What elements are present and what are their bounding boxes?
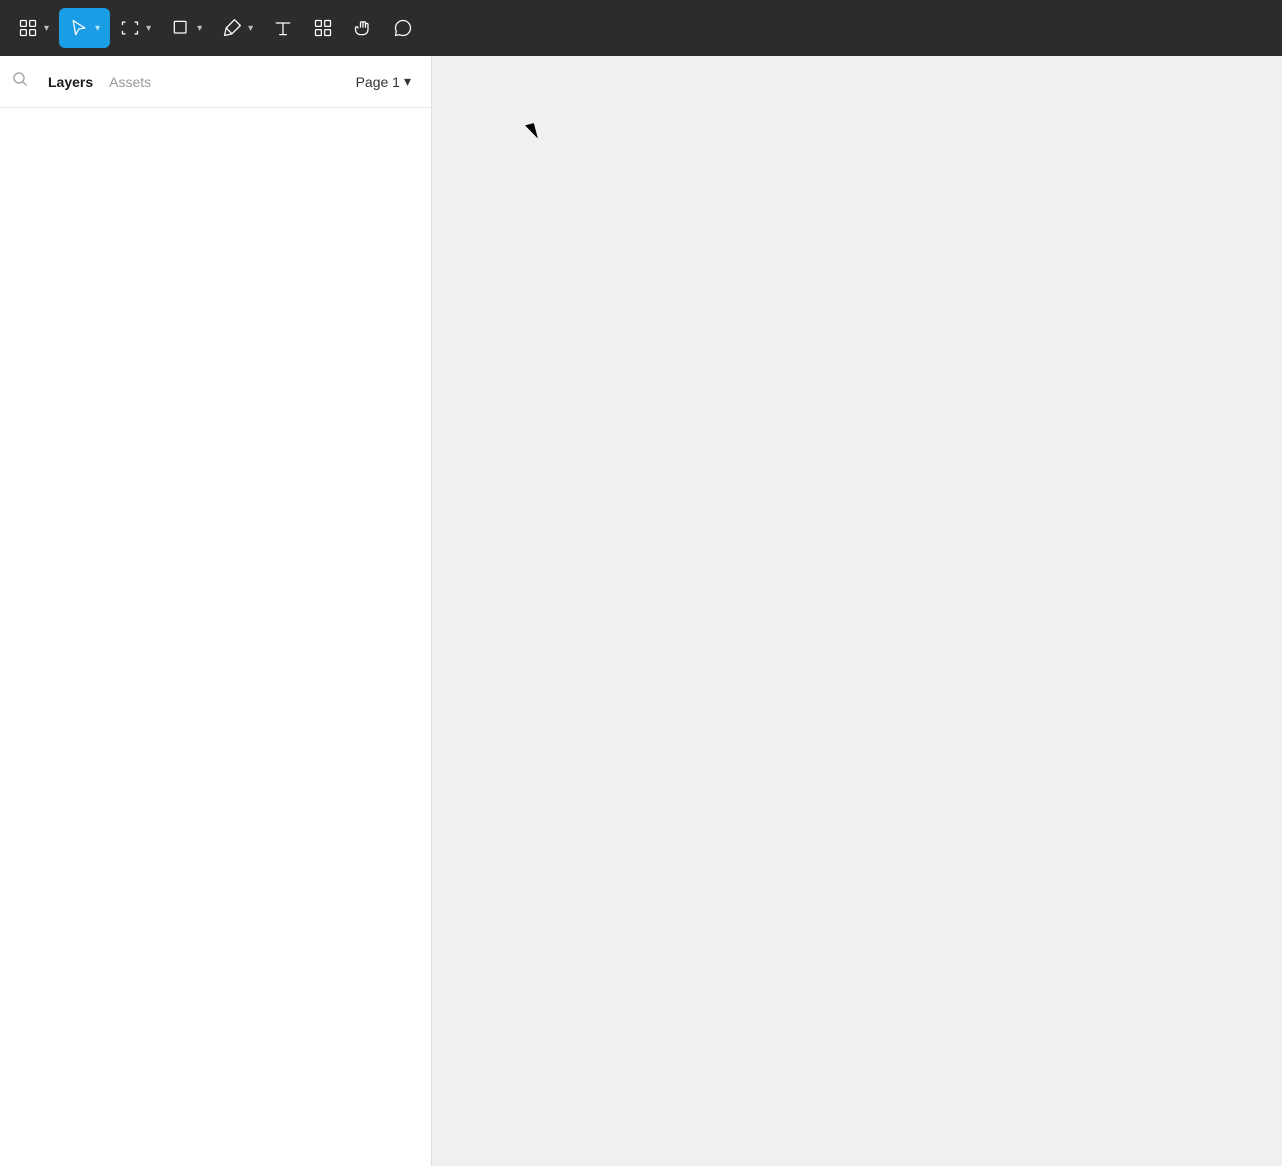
text-tool-button[interactable] — [263, 8, 303, 48]
layers-panel-body — [0, 108, 431, 1166]
text-icon — [273, 18, 293, 38]
canvas-area[interactable] — [432, 56, 1282, 1166]
left-panel: Layers Assets Page 1 ▾ — [0, 56, 432, 1166]
shape-tool-button[interactable]: ▾ — [161, 8, 212, 48]
hand-icon — [353, 18, 373, 38]
tab-layers[interactable]: Layers — [40, 68, 101, 96]
hand-tool-button[interactable] — [343, 8, 383, 48]
pen-icon — [222, 18, 242, 38]
frame-icon — [120, 18, 140, 38]
tab-assets[interactable]: Assets — [101, 68, 159, 96]
frame-tool-button[interactable]: ▾ — [110, 8, 161, 48]
components-icon — [313, 18, 333, 38]
page-selector-chevron: ▾ — [404, 73, 411, 90]
pen-tool-button[interactable]: ▾ — [212, 8, 263, 48]
shape-tool-chevron: ▾ — [197, 23, 202, 34]
page-selector[interactable]: Page 1 ▾ — [348, 69, 419, 94]
components-tool-button[interactable] — [303, 8, 343, 48]
select-tool-chevron: ▾ — [95, 23, 100, 34]
logo-icon — [18, 18, 38, 38]
select-icon — [69, 18, 89, 38]
panel-header: Layers Assets Page 1 ▾ — [0, 56, 431, 108]
main-content: Layers Assets Page 1 ▾ — [0, 56, 1282, 1166]
comment-icon — [393, 18, 413, 38]
select-tool-button[interactable]: ▾ — [59, 8, 110, 48]
search-icon[interactable] — [12, 71, 28, 92]
shape-icon — [171, 18, 191, 38]
comment-tool-button[interactable] — [383, 8, 423, 48]
toolbar: ▾ ▾ ▾ ▾ ▾ — [0, 0, 1282, 56]
page-selector-label: Page 1 — [356, 74, 400, 90]
pen-tool-chevron: ▾ — [248, 23, 253, 34]
app-menu-chevron: ▾ — [44, 23, 49, 34]
app-menu-button[interactable]: ▾ — [8, 8, 59, 48]
frame-tool-chevron: ▾ — [146, 23, 151, 34]
